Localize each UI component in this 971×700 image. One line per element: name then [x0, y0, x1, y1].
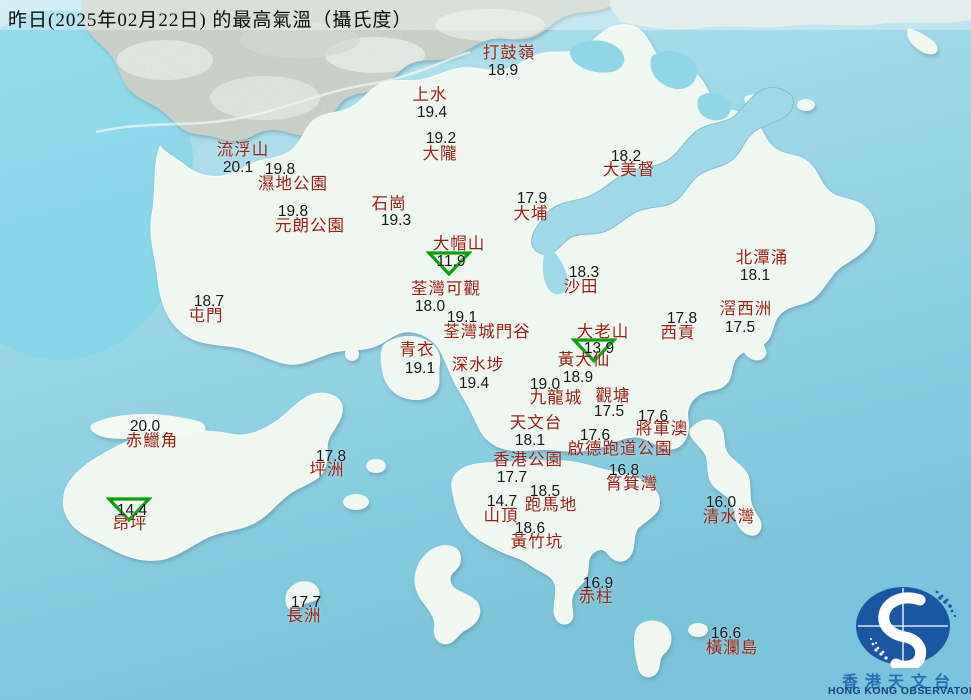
station-temp: 19.0: [529, 376, 561, 393]
station-temp: 20.1: [222, 159, 254, 176]
station-temp: 16.8: [608, 462, 640, 479]
station-name: 香港公園: [493, 450, 563, 469]
station-temp: 17.6: [579, 427, 611, 444]
station-temp: 18.3: [568, 264, 600, 281]
station-temp: 19.3: [380, 212, 412, 229]
station-temp: 14.7: [486, 493, 518, 510]
station-name: 上水: [412, 85, 448, 104]
station-labels-layer: 打鼓嶺 18.9 上水 19.4 大隴 19.2 大美督 18.2 流浮山 20.1 濕地公園 19.…: [0, 0, 971, 700]
station-name: 赤鱲角: [125, 431, 179, 450]
station-temp: 18.9: [562, 369, 594, 386]
station-name: 黃大仙: [557, 350, 611, 369]
station-temp: 17.9: [516, 190, 548, 207]
station-name: 荃灣城門谷: [443, 322, 531, 341]
station-temp: 18.5: [529, 483, 561, 500]
station-name: 山頂: [483, 506, 519, 525]
station-temp: 14.4: [116, 502, 148, 519]
station-temp: 11.9: [436, 253, 466, 270]
station-name: 大老山: [576, 322, 630, 341]
station-temp: 19.4: [416, 104, 448, 121]
station-name: 流浮山: [216, 140, 270, 159]
station-temp: 17.6: [637, 408, 669, 425]
station-name: 石崗: [371, 194, 407, 213]
station-temp: 17.8: [666, 310, 698, 327]
station-name: 天文台: [509, 413, 563, 432]
station-temp: 18.0: [414, 298, 446, 315]
station-temp: 18.7: [193, 293, 225, 310]
station-temp: 19.2: [425, 130, 457, 147]
station-temp: 20.0: [129, 418, 161, 435]
weather-map: 打鼓嶺 18.9 上水 19.4 大隴 19.2 大美督 18.2 流浮山 20.1 濕地公園 19.…: [0, 0, 971, 700]
station-name: 屯門: [188, 306, 224, 325]
station-temp: 17.8: [315, 448, 347, 465]
station-name: 清水灣: [702, 507, 756, 526]
station-temp: 17.5: [593, 403, 625, 420]
station-temp: 16.9: [582, 575, 614, 592]
station-name: 打鼓嶺: [482, 43, 536, 62]
station-name: 青衣: [399, 340, 435, 359]
station-name: 元朗公園: [275, 216, 345, 235]
station-temp: 16.0: [705, 494, 737, 511]
station-name: 橫瀾島: [705, 638, 759, 657]
hko-logo: 香港天文台 HONG KONG OBSERVATORY: [828, 578, 971, 700]
station-temp: 18.1: [739, 267, 771, 284]
station-name: 大埔: [513, 204, 549, 223]
station-name: 滘西洲: [719, 299, 773, 318]
station-temp: 18.1: [514, 432, 546, 449]
station-name: 西貢: [660, 323, 696, 342]
hko-logo-name-en: HONG KONG OBSERVATORY: [828, 685, 971, 697]
station-name: 荃灣可觀: [411, 279, 481, 298]
station-name: 大帽山: [432, 234, 486, 253]
station-temp: 19.1: [446, 309, 478, 326]
station-temp: 17.7: [496, 469, 528, 486]
station-temp: 17.7: [290, 594, 322, 611]
station-temp: 18.6: [514, 520, 546, 537]
station-temp: 19.8: [264, 161, 296, 178]
station-temp: 19.4: [458, 375, 490, 392]
station-temp: 17.5: [724, 319, 756, 336]
station-temp: 18.2: [610, 148, 642, 165]
station-temp: 19.1: [404, 360, 436, 377]
station-temp: 16.6: [710, 625, 742, 642]
station-name: 北潭涌: [735, 248, 789, 267]
station-name: 沙田: [563, 277, 599, 296]
map-title: 昨日(2025年02月22日) 的最高氣溫（攝氏度）: [8, 10, 413, 31]
station-name: 濕地公園: [258, 174, 328, 193]
station-name: 深水埗: [451, 355, 505, 374]
station-temp: 18.9: [487, 62, 519, 79]
station-name: 大隴: [422, 144, 458, 163]
hko-logo-icon: [856, 587, 957, 672]
station-temp: 19.8: [277, 203, 309, 220]
